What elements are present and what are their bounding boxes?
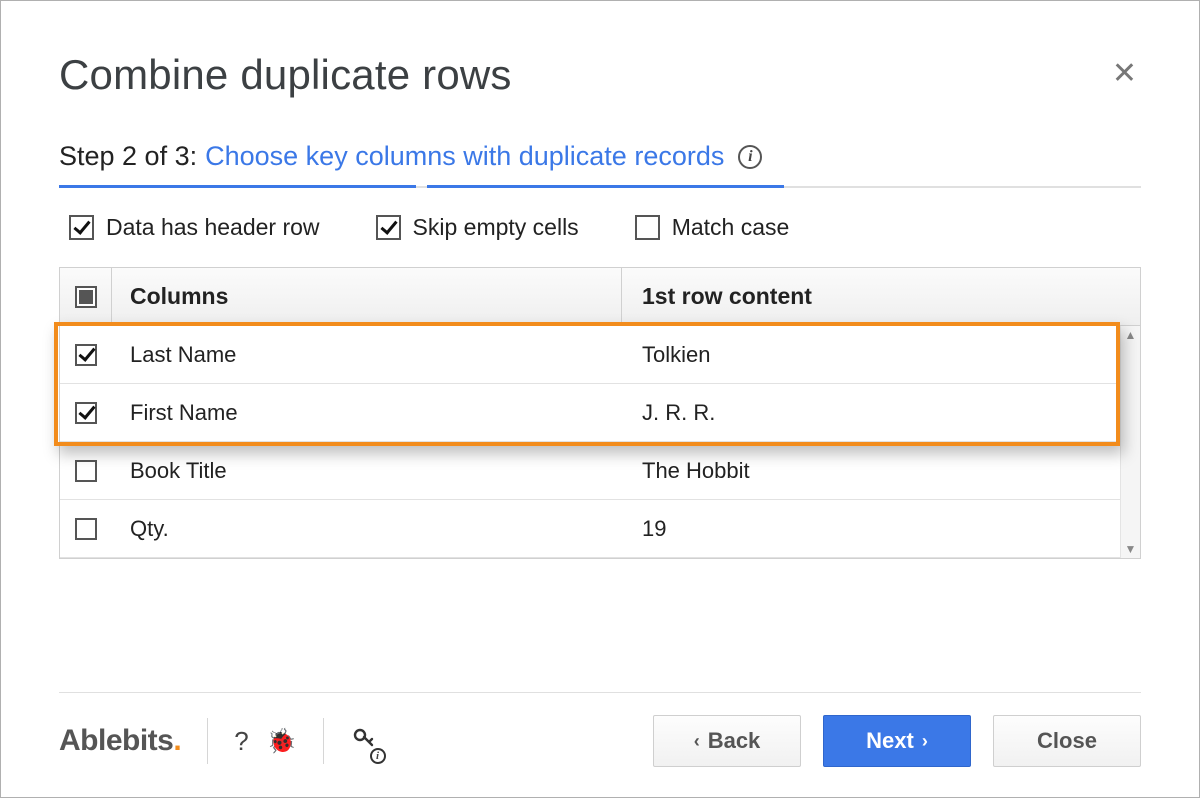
- back-button-label: Back: [708, 728, 761, 754]
- columns-table: Columns 1st row content Last NameTolkien…: [59, 267, 1141, 559]
- row-first-content: J. R. R.: [622, 384, 1140, 441]
- row-checkbox[interactable]: [75, 402, 97, 424]
- option-label: Match case: [672, 214, 790, 241]
- options-row: Data has header row Skip empty cells Mat…: [59, 214, 1141, 241]
- row-first-content: The Hobbit: [622, 442, 1140, 499]
- close-button-label: Close: [1037, 728, 1097, 754]
- option-label: Data has header row: [106, 214, 320, 241]
- progress-segment-2: [427, 185, 784, 188]
- row-checkbox[interactable]: [75, 460, 97, 482]
- row-column-name: First Name: [112, 384, 622, 441]
- row-checkbox[interactable]: [75, 344, 97, 366]
- chevron-left-icon: ‹: [694, 731, 700, 752]
- table-row[interactable]: First NameJ. R. R.: [60, 384, 1140, 442]
- footer-divider-vertical: [323, 718, 324, 764]
- table-header: Columns 1st row content: [60, 268, 1140, 326]
- step-prefix: Step 2 of 3:: [59, 141, 197, 172]
- row-first-content: 19: [622, 500, 1140, 557]
- column-header-first-row[interactable]: 1st row content: [622, 268, 1140, 325]
- select-all-cell[interactable]: [60, 268, 112, 325]
- close-button[interactable]: Close: [993, 715, 1141, 767]
- checkbox-header-row[interactable]: [69, 215, 94, 240]
- table-body: Last NameTolkienFirst NameJ. R. R.Book T…: [60, 326, 1140, 558]
- scrollbar[interactable]: ▲ ▼: [1120, 326, 1140, 558]
- row-column-name: Qty.: [112, 500, 622, 557]
- option-header-row[interactable]: Data has header row: [69, 214, 320, 241]
- row-column-name: Last Name: [112, 326, 622, 383]
- progress-segment-1: [59, 185, 416, 188]
- option-match-case[interactable]: Match case: [635, 214, 790, 241]
- step-description: Choose key columns with duplicate record…: [205, 141, 724, 172]
- column-header-columns[interactable]: Columns: [112, 268, 622, 325]
- row-checkbox-cell[interactable]: [60, 500, 112, 557]
- footer: Ablebits. ? 🐞 i ‹ Back Next › Close: [59, 693, 1141, 767]
- scroll-down-icon[interactable]: ▼: [1125, 542, 1137, 556]
- dialog-header: Combine duplicate rows ✕: [59, 51, 1141, 99]
- chevron-right-icon: ›: [922, 731, 928, 752]
- table-row[interactable]: Book TitleThe Hobbit: [60, 442, 1140, 500]
- scroll-up-icon[interactable]: ▲: [1125, 328, 1137, 342]
- info-icon[interactable]: i: [738, 145, 762, 169]
- table-row[interactable]: Last NameTolkien: [60, 326, 1140, 384]
- next-button-label: Next: [866, 728, 914, 754]
- key-info-badge: i: [370, 748, 386, 764]
- key-info-icon[interactable]: i: [350, 723, 380, 760]
- row-checkbox-cell[interactable]: [60, 384, 112, 441]
- row-column-name: Book Title: [112, 442, 622, 499]
- back-button[interactable]: ‹ Back: [653, 715, 801, 767]
- help-icon[interactable]: ?: [234, 726, 248, 757]
- bug-icon[interactable]: 🐞: [267, 727, 297, 756]
- progress-bar: [59, 186, 1141, 188]
- close-icon[interactable]: ✕: [1108, 55, 1141, 93]
- option-label: Skip empty cells: [413, 214, 579, 241]
- next-button[interactable]: Next ›: [823, 715, 971, 767]
- brand-logo: Ablebits.: [59, 724, 181, 758]
- checkbox-select-all[interactable]: [75, 286, 97, 308]
- step-indicator: Step 2 of 3: Choose key columns with dup…: [59, 141, 1141, 172]
- row-checkbox[interactable]: [75, 518, 97, 540]
- row-checkbox-cell[interactable]: [60, 442, 112, 499]
- brand-dot: .: [173, 724, 181, 757]
- checkbox-match-case[interactable]: [635, 215, 660, 240]
- row-first-content: Tolkien: [622, 326, 1140, 383]
- table-row[interactable]: Qty.19: [60, 500, 1140, 558]
- footer-divider-vertical: [207, 718, 208, 764]
- combine-rows-dialog: Combine duplicate rows ✕ Step 2 of 3: Ch…: [0, 0, 1200, 798]
- dialog-title: Combine duplicate rows: [59, 51, 512, 99]
- row-checkbox-cell[interactable]: [60, 326, 112, 383]
- checkbox-skip-empty[interactable]: [376, 215, 401, 240]
- option-skip-empty[interactable]: Skip empty cells: [376, 214, 579, 241]
